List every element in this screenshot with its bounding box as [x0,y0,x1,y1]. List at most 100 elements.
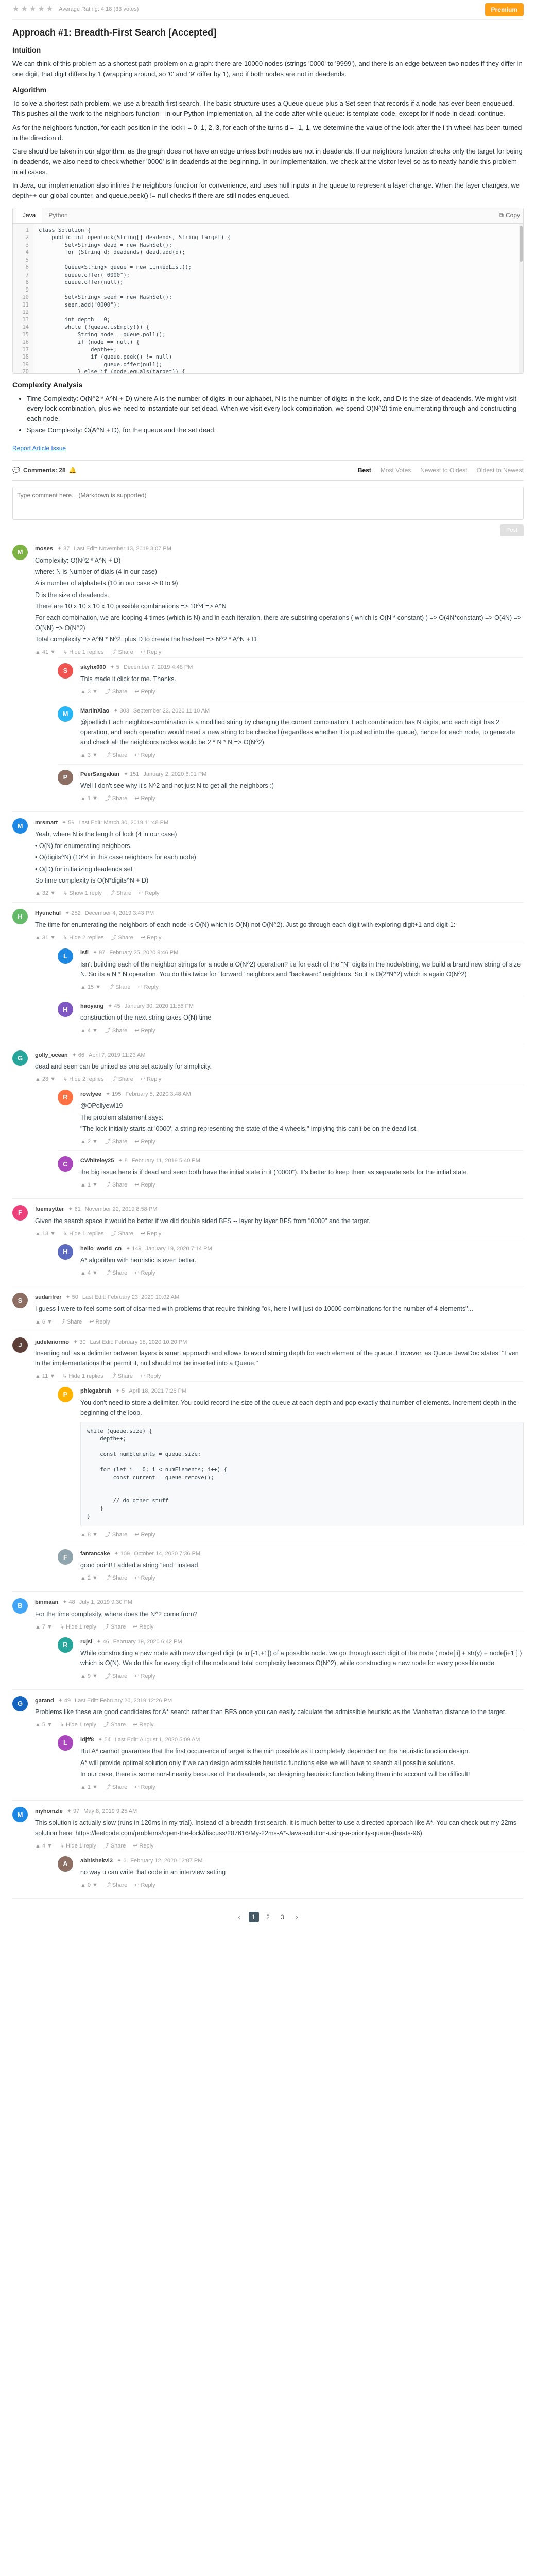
reply-button[interactable]: ↩ Reply [134,1672,155,1681]
upvote-icon[interactable]: ▲ [35,1230,41,1239]
share-button[interactable]: ⤴ Share [111,1230,133,1239]
share-button[interactable]: ⤴ Share [105,1881,127,1890]
code-editor[interactable]: 1234567891011121314151617181920212223242… [13,223,523,373]
avatar[interactable]: M [12,544,28,560]
code-scrollbar[interactable] [519,223,523,373]
share-button[interactable]: ⤴ Share [108,983,130,992]
downvote-icon[interactable]: ▼ [92,1181,98,1190]
reply-button[interactable]: ↩ Reply [141,648,161,657]
username[interactable]: mrsmart [35,819,58,827]
username[interactable]: sudarifrer [35,1293,61,1302]
avatar[interactable]: C [58,1156,73,1172]
share-button[interactable]: ⤴ Share [103,1623,126,1632]
downvote-icon[interactable]: ▼ [50,889,56,898]
downvote-icon[interactable]: ▼ [92,751,98,760]
sort-oldest[interactable]: Oldest to Newest [477,466,524,475]
upvote-icon[interactable]: ▲ [80,1269,86,1278]
reply-button[interactable]: ↩ Reply [89,1318,110,1327]
comment-input[interactable] [12,486,524,520]
bell-icon[interactable]: 🔔 [69,466,77,475]
upvote-icon[interactable]: ▲ [80,688,86,697]
avatar[interactable]: M [12,1807,28,1823]
avatar[interactable]: R [58,1090,73,1106]
reply-button[interactable]: ↩ Reply [139,889,159,898]
reply-button[interactable]: ↩ Reply [134,1574,155,1583]
next-page-button[interactable]: › [292,1912,302,1922]
upvote-icon[interactable]: ▲ [35,1075,41,1084]
username[interactable]: rowlyee [80,1090,101,1099]
reply-button[interactable]: ↩ Reply [140,1372,161,1381]
share-button[interactable]: ⤴ Share [105,751,127,760]
share-button[interactable]: ⤴ Share [105,794,127,803]
reply-button[interactable]: ↩ Reply [141,1075,161,1084]
reply-button[interactable]: ↩ Reply [134,1531,155,1539]
upvote-icon[interactable]: ▲ [80,794,86,803]
toggle-replies-button[interactable]: ↳ Hide 2 replies [63,934,103,942]
username[interactable]: PeerSangakan [80,770,119,779]
username[interactable]: judelenormo [35,1338,69,1347]
upvote-icon[interactable]: ▲ [80,1138,86,1146]
downvote-icon[interactable]: ▼ [92,1672,98,1681]
username[interactable]: moses [35,545,53,553]
share-button[interactable]: ⤴ Share [103,1721,126,1730]
username[interactable]: Hyunchul [35,909,61,918]
tab-java[interactable]: Java [16,208,43,224]
upvote-icon[interactable]: ▲ [35,1721,41,1730]
star-icon[interactable]: ★ [29,4,36,15]
downvote-icon[interactable]: ▼ [47,1318,53,1327]
share-button[interactable]: ⤴ Share [105,1269,127,1278]
report-article-link[interactable]: Report Article Issue [12,444,66,453]
downvote-icon[interactable]: ▼ [92,1881,98,1890]
avatar[interactable]: S [12,1293,28,1309]
reply-button[interactable]: ↩ Reply [134,1181,155,1190]
reply-button[interactable]: ↩ Reply [133,1721,153,1730]
avatar[interactable]: B [12,1598,28,1614]
downvote-icon[interactable]: ▼ [50,1075,56,1084]
toggle-replies-button[interactable]: ↳ Hide 1 reply [60,1842,96,1851]
avatar[interactable]: G [12,1696,28,1711]
avatar[interactable]: R [58,1637,73,1653]
share-button[interactable]: ⤴ Share [105,688,127,697]
username[interactable]: fuemsytter [35,1205,64,1214]
share-button[interactable]: ⤴ Share [105,1181,127,1190]
username[interactable]: ldjff8 [80,1736,94,1744]
upvote-icon[interactable]: ▲ [35,1372,41,1381]
reply-button[interactable]: ↩ Reply [134,1027,155,1036]
upvote-icon[interactable]: ▲ [80,1181,86,1190]
upvote-icon[interactable]: ▲ [35,648,41,657]
reply-button[interactable]: ↩ Reply [134,1783,155,1792]
star-icon[interactable]: ★ [21,4,27,15]
share-button[interactable]: ⤴ Share [111,934,133,942]
avatar[interactable]: H [12,909,28,925]
reply-button[interactable]: ↩ Reply [134,1881,155,1890]
reply-button[interactable]: ↩ Reply [137,983,158,992]
downvote-icon[interactable]: ▼ [47,1623,53,1632]
username[interactable]: phlegabruh [80,1387,111,1396]
upvote-icon[interactable]: ▲ [35,1318,41,1327]
reply-button[interactable]: ↩ Reply [134,688,155,697]
avatar[interactable]: G [12,1050,28,1066]
downvote-icon[interactable]: ▼ [50,1230,56,1239]
upvote-icon[interactable]: ▲ [80,1027,86,1036]
share-button[interactable]: ⤴ Share [103,1842,126,1851]
upvote-icon[interactable]: ▲ [35,1623,41,1632]
share-button[interactable]: ⤴ Share [105,1531,127,1539]
page-button-2[interactable]: 2 [263,1912,273,1922]
post-button[interactable]: Post [499,524,524,536]
avatar[interactable]: P [58,770,73,786]
page-button-1[interactable]: 1 [248,1912,259,1923]
downvote-icon[interactable]: ▼ [50,648,56,657]
toggle-replies-button[interactable]: ↳ Hide 1 replies [63,1230,103,1239]
reply-button[interactable]: ↩ Reply [134,1269,155,1278]
share-button[interactable]: ⤴ Share [105,1138,127,1146]
upvote-icon[interactable]: ▲ [80,751,86,760]
premium-button[interactable]: Premium [485,3,524,16]
share-button[interactable]: ⤴ Share [105,1027,127,1036]
username[interactable]: hello_world_cn [80,1245,122,1253]
avatar[interactable]: M [12,818,28,834]
reply-button[interactable]: ↩ Reply [133,1842,153,1851]
username[interactable]: haoyang [80,1002,103,1011]
avatar[interactable]: M [58,706,73,722]
upvote-icon[interactable]: ▲ [80,1672,86,1681]
star-icon[interactable]: ★ [38,4,44,15]
